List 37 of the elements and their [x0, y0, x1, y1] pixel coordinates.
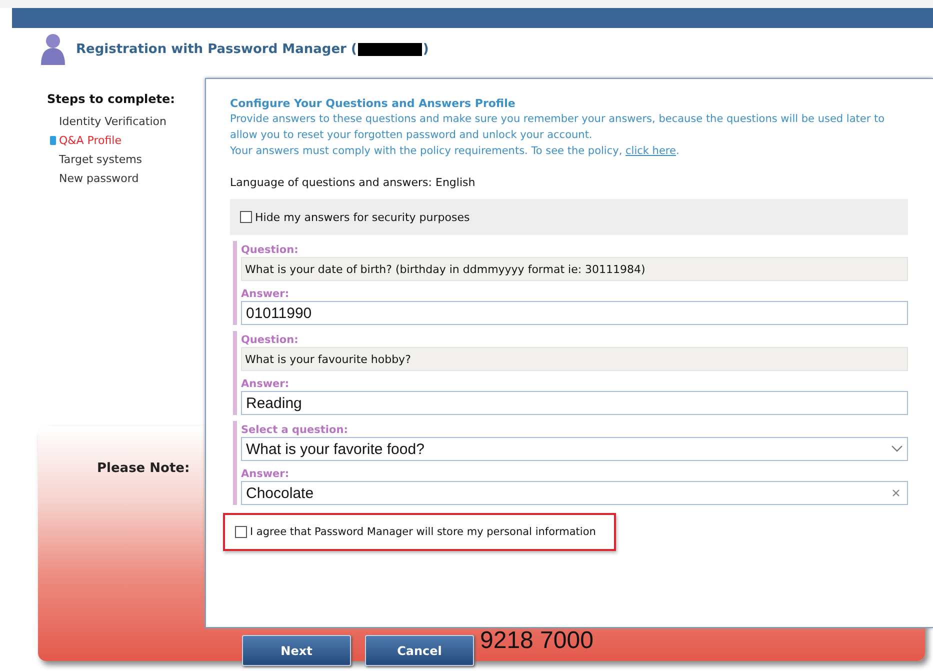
step-item: New password: [59, 172, 139, 185]
policy-link[interactable]: click here: [626, 145, 676, 157]
dialog-button[interactable]: Next: [242, 635, 351, 666]
dialog-button[interactable]: Cancel: [365, 635, 474, 666]
step-item: Q&A Profile: [59, 134, 122, 147]
answer-field[interactable]: Chocolate: [241, 481, 908, 505]
question-dropdown[interactable]: What is your favorite food?: [241, 437, 908, 461]
user-icon: [38, 32, 68, 66]
title-bracket: ): [422, 42, 429, 56]
answer-label: Answer:: [241, 467, 290, 481]
answer-field[interactable]: Reading: [241, 391, 908, 415]
answer-label: Answer:: [241, 377, 290, 391]
step-item: Target systems: [59, 153, 142, 166]
step-item: Identity Verification: [59, 115, 166, 128]
question-label: Question:: [241, 333, 300, 347]
language-text: Language of questions and answers: English: [230, 176, 476, 189]
answer-label: Answer:: [241, 287, 290, 301]
checkbox-label: I agree that Password Manager will store my personal information: [250, 526, 596, 538]
policy-text: Your answers must comply with the policy requirements. To see the policy, click here.: [230, 144, 680, 159]
current-step-icon: [50, 136, 56, 145]
question-text: What is your favourite hobby?: [241, 347, 908, 371]
note-label: Please Note:: [97, 461, 190, 476]
clear-icon[interactable]: [892, 489, 900, 497]
redaction-bar: [358, 42, 422, 56]
checkbox[interactable]: [235, 526, 247, 538]
chevron-down-icon: [891, 445, 903, 453]
intro-text: Provide answers to these questions and make sure you remember your answers, because the questions will be used later to allow you to reset your forgotten password and unlock your account.: [230, 112, 886, 143]
checkbox-label: Hide my answers for security purposes: [255, 210, 470, 224]
answer-field[interactable]: 01011990: [241, 301, 908, 325]
steps-heading: Steps to complete:: [47, 92, 175, 106]
page-title: Registration with Password Manager (: [76, 42, 357, 56]
question-text: What is your date of birth? (birthday in ddmmyyyy format ie: 30111984): [241, 257, 908, 281]
phone-number: 9218 7000: [480, 627, 594, 655]
question-label: Select a question:: [241, 423, 349, 437]
question-label: Question:: [241, 243, 300, 257]
checkbox[interactable]: [240, 211, 252, 223]
section-heading: Configure Your Questions and Answers Profile: [230, 96, 516, 111]
